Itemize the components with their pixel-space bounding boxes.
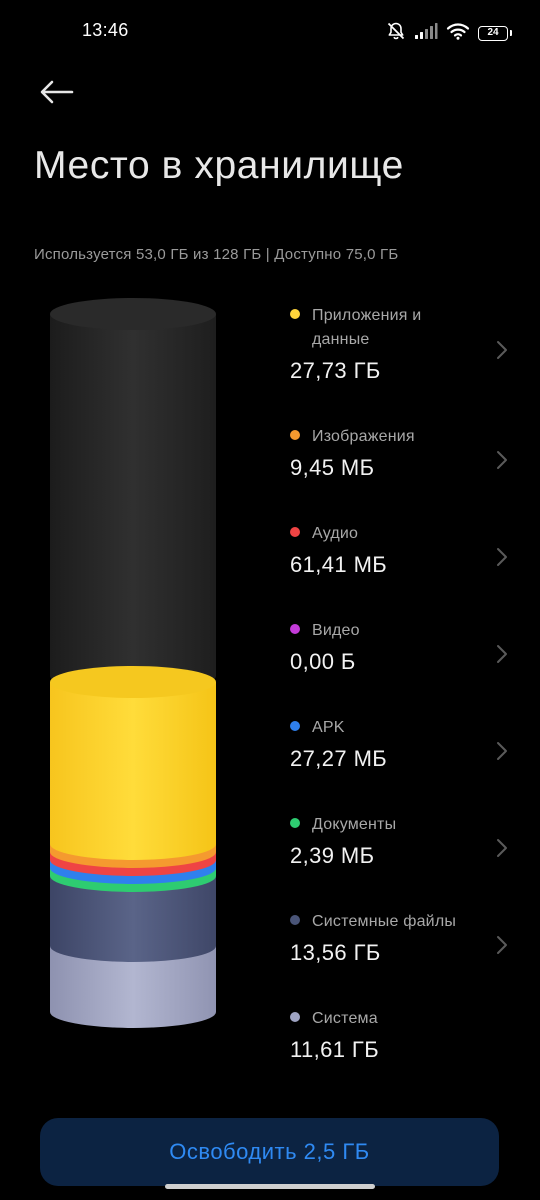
category-label: Изображения [312, 428, 415, 445]
category-size: 9,45 МБ [290, 455, 375, 480]
legend-dot [290, 527, 300, 537]
category-item-system: Система 11,61 ГБ [290, 1007, 510, 1063]
back-button[interactable] [36, 72, 76, 112]
cylinder-apps-top [50, 666, 216, 698]
category-item-audio[interactable]: Аудио 61,41 МБ [290, 522, 510, 578]
category-label: Системные файлы [312, 913, 457, 930]
category-size: 0,00 Б [290, 649, 356, 674]
cylinder-segment-apps [50, 682, 216, 860]
category-item-video[interactable]: Видео 0,00 Б [290, 619, 510, 675]
category-item-system-files[interactable]: Системные файлы 13,56 ГБ [290, 910, 510, 966]
legend-dot [290, 721, 300, 731]
chevron-right-icon [497, 936, 507, 954]
battery-icon: 24 [478, 25, 512, 41]
category-item-apps[interactable]: Приложения и данные 27,73 ГБ [290, 304, 510, 384]
free-space-button[interactable]: Освободить 2,5 ГБ [40, 1118, 499, 1186]
category-size: 27,27 МБ [290, 746, 388, 771]
arrow-left-icon [40, 80, 74, 104]
category-size: 2,39 МБ [290, 843, 375, 868]
chevron-right-icon [497, 742, 507, 760]
category-size: 13,56 ГБ [290, 940, 381, 965]
legend-dot [290, 430, 300, 440]
category-size: 11,61 ГБ [290, 1037, 380, 1062]
category-item-documents[interactable]: Документы 2,39 МБ [290, 813, 510, 869]
category-label: APK [312, 719, 345, 736]
category-label: Документы [312, 816, 397, 833]
battery-level: 24 [487, 27, 499, 38]
wifi-icon [446, 22, 470, 45]
chevron-right-icon [497, 451, 507, 469]
category-label: Видео [312, 622, 360, 639]
cylinder-top [50, 298, 216, 330]
category-label: Приложения и данные [312, 307, 422, 348]
category-size: 27,73 ГБ [290, 358, 381, 383]
mute-bell-icon [386, 21, 406, 46]
category-label: Система [312, 1010, 378, 1027]
category-label: Аудио [312, 525, 359, 542]
category-item-apk[interactable]: APK 27,27 МБ [290, 716, 510, 772]
cylinder-free-space [50, 314, 216, 692]
storage-cylinder [50, 298, 216, 1028]
legend-dot [290, 1012, 300, 1022]
chevron-right-icon [497, 341, 507, 359]
signal-icon [414, 22, 438, 45]
legend-dot [290, 309, 300, 319]
status-bar: 13:46 24 [0, 0, 540, 64]
home-indicator[interactable] [165, 1184, 375, 1189]
legend-dot [290, 624, 300, 634]
legend-dot [290, 818, 300, 828]
chevron-right-icon [497, 839, 507, 857]
status-icons: 24 [386, 21, 512, 46]
category-item-images[interactable]: Изображения 9,45 МБ [290, 425, 510, 481]
chevron-right-icon [497, 645, 507, 663]
usage-summary: Используется 53,0 ГБ из 128 ГБ | Доступн… [34, 246, 399, 263]
category-size: 61,41 МБ [290, 552, 388, 577]
status-time: 13:46 [82, 20, 129, 40]
chevron-right-icon [497, 548, 507, 566]
legend-dot [290, 915, 300, 925]
page-title: Место в хранилище [34, 144, 404, 187]
